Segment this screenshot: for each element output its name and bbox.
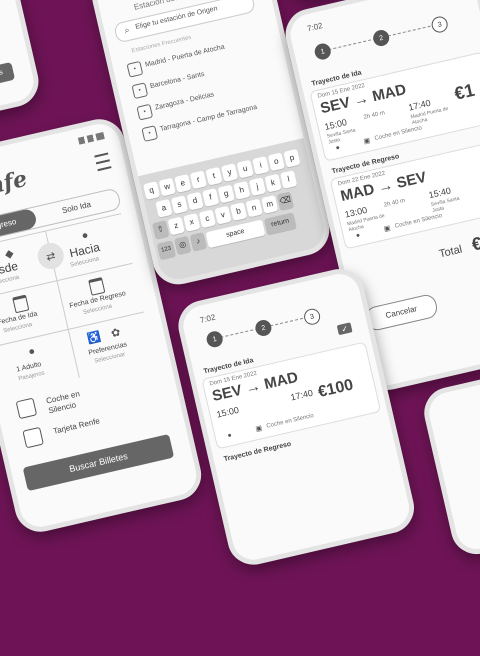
duration: 2h 40 m bbox=[363, 110, 386, 121]
key[interactable]: z bbox=[167, 216, 185, 236]
outbound-price: €1 bbox=[452, 79, 477, 104]
globe-icon[interactable]: ◎ bbox=[174, 235, 192, 255]
mockup-stage: Elegir estas fechas renfe Regreso Solo I… bbox=[0, 0, 480, 576]
bottom-cropped-phone bbox=[419, 357, 480, 560]
key[interactable]: d bbox=[186, 191, 204, 211]
step-1: 1 bbox=[313, 41, 333, 62]
train-icon: ▪ bbox=[136, 103, 154, 121]
key[interactable]: o bbox=[267, 152, 285, 172]
key[interactable]: f bbox=[202, 188, 220, 207]
step-1: 1 bbox=[205, 329, 225, 349]
status-time: 7:02 bbox=[306, 21, 324, 34]
date-phone: Elegir estas fechas bbox=[0, 0, 44, 130]
return-card[interactable]: Dom 22 Ene 2022 MAD → SEV 13:00 15:40 2h… bbox=[329, 139, 480, 250]
train-icon: ▪ bbox=[131, 82, 149, 100]
key[interactable]: a bbox=[155, 198, 173, 218]
quiet-car-text: Coche en Silencio bbox=[374, 125, 423, 143]
step-2: 2 bbox=[371, 28, 391, 48]
destination-code: MAD bbox=[370, 81, 408, 106]
origin-sub: Selecciona bbox=[0, 274, 20, 288]
menu-icon[interactable] bbox=[94, 152, 112, 172]
key[interactable]: w bbox=[158, 177, 176, 197]
key[interactable]: g bbox=[217, 184, 235, 204]
form-grid: ◆ Desde Selecciona ⇄ ● Hacia Selecciona … bbox=[0, 213, 155, 396]
key[interactable]: x bbox=[183, 213, 201, 232]
key[interactable]: t bbox=[205, 166, 223, 186]
total-value: €2 bbox=[469, 230, 480, 255]
key[interactable]: l bbox=[280, 170, 298, 189]
key[interactable]: b bbox=[229, 202, 248, 221]
key[interactable]: y bbox=[220, 163, 239, 182]
backspace-key[interactable]: ⌫ bbox=[276, 191, 294, 211]
quiet-car-checkbox[interactable] bbox=[15, 397, 38, 420]
duration: 2h 40 m bbox=[383, 197, 406, 209]
key[interactable]: q bbox=[143, 181, 161, 200]
arrival-time: 17:40 bbox=[289, 387, 314, 403]
key[interactable]: m bbox=[261, 195, 279, 214]
train-icon: ▪ bbox=[126, 60, 144, 78]
renfe-card-checkbox[interactable] bbox=[22, 426, 44, 449]
microphone-icon[interactable]: ♪ bbox=[189, 232, 207, 251]
train-icon: ▪ bbox=[141, 125, 159, 142]
renfe-card-label: Tarjeta Renfe bbox=[52, 416, 101, 436]
key[interactable]: p bbox=[283, 148, 301, 168]
search-icon: ⌕ bbox=[123, 24, 131, 36]
keyboard: qwertyuiop asdfghjkl ⇧ z x c v b n m ⌫ 123◎ ♪spac… bbox=[138, 138, 329, 284]
key[interactable]: r bbox=[189, 170, 208, 190]
person-icon: ● bbox=[27, 345, 37, 359]
outbound-card[interactable]: Dom 15 Ene 2022 SEV → MAD 15:00 17:40 €1… bbox=[201, 341, 382, 450]
key[interactable]: j bbox=[248, 177, 267, 197]
numbers-key[interactable]: 123 bbox=[156, 240, 176, 260]
key[interactable]: u bbox=[236, 159, 254, 179]
destination-code: MAD bbox=[262, 368, 300, 393]
key[interactable]: v bbox=[214, 205, 232, 225]
station-search-placeholder: Elige tu estación de Origen bbox=[134, 5, 219, 31]
quiet-car-icon: ▣ bbox=[363, 137, 372, 146]
calendar-icon bbox=[88, 277, 106, 296]
quiet-car-icon: ▣ bbox=[383, 224, 392, 234]
departure-time: 15:00 bbox=[215, 404, 240, 420]
station-name: Barcelona - Sants bbox=[149, 70, 206, 91]
key[interactable]: c bbox=[198, 209, 217, 229]
key[interactable]: e bbox=[174, 174, 192, 193]
pet-icon: ✿ bbox=[109, 325, 122, 340]
return-key[interactable]: return bbox=[263, 212, 297, 235]
step-3: 3 bbox=[430, 14, 450, 35]
key[interactable]: k bbox=[264, 173, 282, 193]
progress-steps: 1 2 3 bbox=[313, 12, 464, 65]
step-2: 2 bbox=[253, 318, 273, 338]
progress-steps: 1 2 3 bbox=[205, 300, 356, 353]
person-icon: ● bbox=[334, 143, 341, 152]
person-icon: ● bbox=[226, 431, 233, 440]
key[interactable]: i bbox=[252, 156, 270, 175]
quiet-car-icon: ▣ bbox=[255, 424, 264, 434]
calendar-icon bbox=[12, 294, 30, 314]
key[interactable]: h bbox=[233, 180, 251, 200]
outbound-price: €100 bbox=[316, 376, 355, 402]
key[interactable]: n bbox=[245, 198, 263, 218]
choose-dates-button[interactable]: Elegir estas fechas bbox=[0, 61, 16, 98]
destination-code: SEV bbox=[394, 168, 429, 193]
check-icon: ✓ bbox=[336, 322, 353, 336]
cancel-button[interactable]: Cancelar bbox=[363, 292, 440, 333]
person-icon: ● bbox=[355, 231, 361, 240]
quiet-car-text: Coche en Silencio bbox=[394, 212, 443, 230]
key[interactable]: s bbox=[170, 195, 189, 215]
accessibility-icon: ♿ bbox=[86, 330, 103, 346]
quiet-car-text: Coche en Silencio bbox=[266, 412, 315, 430]
total-label: Total bbox=[438, 243, 464, 261]
status-time: 7:02 bbox=[199, 312, 217, 325]
brand-logo: renfe bbox=[0, 165, 30, 206]
outbound-card[interactable]: Dom 15 Ene 2022 SEV → MAD 15:00 17:40 2h… bbox=[309, 51, 480, 162]
step-3: 3 bbox=[302, 307, 322, 327]
shift-key[interactable]: ⇧ bbox=[152, 220, 170, 239]
